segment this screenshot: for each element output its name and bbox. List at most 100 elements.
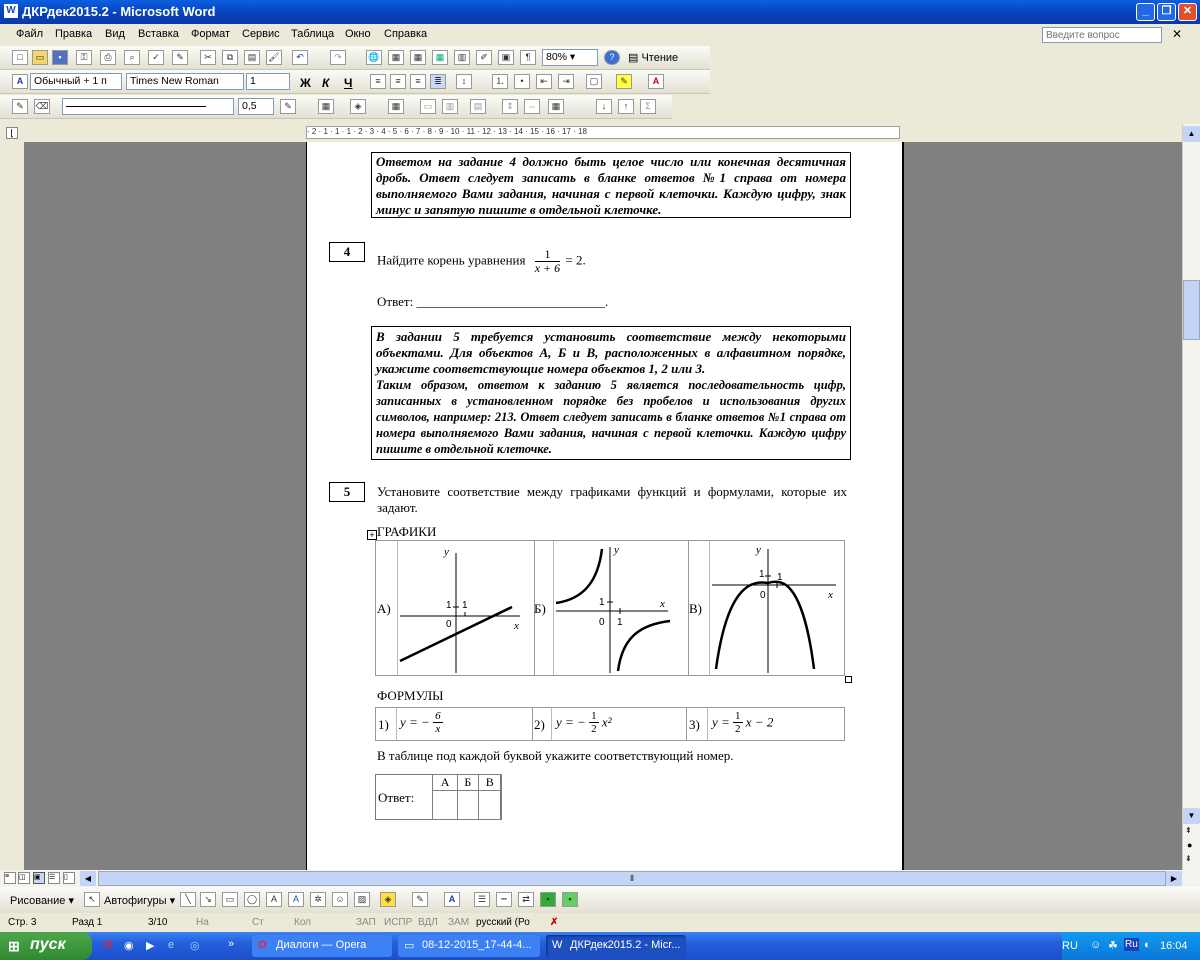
tab-selector-icon[interactable]: ⌊ xyxy=(6,127,18,139)
quicklaunch-icon-2[interactable]: ◉ xyxy=(124,939,134,952)
task-folder[interactable]: ▭ 08-12-2015_17-44-4... xyxy=(398,935,540,957)
cut-icon[interactable]: ✂ xyxy=(200,50,216,65)
highlight-icon[interactable]: ✎ xyxy=(616,74,632,89)
line-style-select[interactable] xyxy=(62,98,234,115)
hyperlink-icon[interactable]: 🌐 xyxy=(366,50,382,65)
help-search-input[interactable] xyxy=(1042,27,1162,43)
read-button[interactable]: ▤ Чтение xyxy=(628,51,678,64)
shading-color-icon[interactable]: ◈ xyxy=(350,99,366,114)
scroll-down-button[interactable]: ▼ xyxy=(1183,808,1200,824)
status-ovr[interactable]: ЗАМ xyxy=(448,917,469,928)
open-folder-icon[interactable]: ▭ xyxy=(32,50,48,65)
rectangle-tool-icon[interactable]: ▭ xyxy=(222,892,238,907)
shadow-icon[interactable]: ▪ xyxy=(540,892,556,907)
horizontal-scrollbar[interactable]: ≡ ◫ ▣ ☰ ▯ ◀ ⦀ ▶ xyxy=(0,870,1200,887)
copy-icon[interactable]: ⧉ xyxy=(222,50,238,65)
word-app-icon[interactable]: W xyxy=(4,4,18,18)
status-language[interactable]: русский (Ро xyxy=(476,917,530,928)
close-button[interactable]: ✕ xyxy=(1178,3,1197,21)
start-button[interactable]: ⊞ пуск xyxy=(0,932,92,960)
redo-icon[interactable]: ↷ xyxy=(330,50,346,65)
menu-window[interactable]: Окно xyxy=(345,28,371,40)
undo-icon[interactable]: ↶ xyxy=(292,50,308,65)
insert-table-menu-icon[interactable]: ▦ xyxy=(388,99,404,114)
horizontal-ruler[interactable]: ⌊ · 2 · 1 · 1 · 1 · 2 · 3 · 4 · 5 · 6 · … xyxy=(0,124,1200,142)
eraser-icon[interactable]: ⌫ xyxy=(34,99,50,114)
menu-insert[interactable]: Вставка xyxy=(138,28,179,40)
tray-keyboard-icon[interactable]: Ru xyxy=(1124,938,1139,951)
line-style-icon[interactable]: ☰ xyxy=(474,892,490,907)
answer-cell-c[interactable] xyxy=(477,790,503,820)
outside-border-icon[interactable]: ▦ xyxy=(318,99,334,114)
h-scroll-thumb[interactable]: ⦀ xyxy=(98,871,1166,886)
bold-button[interactable]: Ж xyxy=(300,76,311,90)
menu-table[interactable]: Таблица xyxy=(291,28,334,40)
prev-page-icon[interactable]: ⇞ xyxy=(1185,826,1192,835)
italic-button[interactable]: К xyxy=(322,76,329,90)
line-spacing-icon[interactable]: ↕ xyxy=(456,74,472,89)
table-resize-handle[interactable] xyxy=(845,676,852,683)
tray-app-icon[interactable]: ☺ xyxy=(1090,939,1101,951)
normal-view-icon[interactable]: ≡ xyxy=(4,872,16,884)
new-document-icon[interactable]: □ xyxy=(12,50,28,65)
tray-icon-2[interactable]: ☘ xyxy=(1108,939,1118,952)
document-page[interactable]: Ответом на задание 4 должно быть целое ч… xyxy=(306,142,904,870)
diagram-icon[interactable]: ✲ xyxy=(310,892,326,907)
border-color-icon[interactable]: ✎ xyxy=(280,99,296,114)
scroll-right-button[interactable]: ▶ xyxy=(1166,871,1182,886)
next-page-icon[interactable]: ⇟ xyxy=(1185,854,1192,863)
arrow-style-icon[interactable]: ⇄ xyxy=(518,892,534,907)
distribute-columns-icon[interactable]: ⇔ xyxy=(524,99,540,114)
drawing-icon[interactable]: ✐ xyxy=(476,50,492,65)
spelling-icon[interactable]: ✓ xyxy=(148,50,164,65)
answer-cell-b[interactable] xyxy=(457,790,479,820)
format-painter-icon[interactable]: 🖌 xyxy=(266,50,282,65)
help-icon[interactable]: ? xyxy=(604,50,620,65)
status-ext[interactable]: ВДЛ xyxy=(418,917,438,928)
tray-volume-icon[interactable]: ◐ xyxy=(1144,939,1151,951)
align-right-icon[interactable]: ≡ xyxy=(410,74,426,89)
task-opera[interactable]: O Диалоги — Opera xyxy=(252,935,392,957)
fill-color-icon[interactable]: ◈ xyxy=(380,892,396,907)
document-map-icon[interactable]: ▣ xyxy=(498,50,514,65)
decrease-indent-icon[interactable]: ⇤ xyxy=(536,74,552,89)
increase-indent-icon[interactable]: ⇥ xyxy=(558,74,574,89)
quicklaunch-more-icon[interactable]: » xyxy=(228,938,234,950)
autoformat-icon[interactable]: ▦ xyxy=(548,99,564,114)
insert-excel-icon[interactable]: ▦ xyxy=(432,50,448,65)
draw-menu[interactable]: Рисование ▾ xyxy=(10,894,74,907)
split-cells-icon[interactable]: ▥ xyxy=(442,99,458,114)
reading-view-icon[interactable]: ▯ xyxy=(63,872,75,884)
sort-desc-icon[interactable]: ↑ xyxy=(618,99,634,114)
style-select[interactable]: Обычный + 1 п xyxy=(30,73,122,90)
clipart-icon[interactable]: ☺ xyxy=(332,892,348,907)
minimize-button[interactable]: _ xyxy=(1136,3,1155,21)
web-view-icon[interactable]: ◫ xyxy=(18,872,30,884)
border-icon[interactable]: ▢ xyxy=(586,74,602,89)
task-word[interactable]: W ДКРдек2015.2 - Micr... xyxy=(546,935,686,957)
justify-icon[interactable]: ≣ xyxy=(430,74,446,89)
tables-borders-icon[interactable]: ▦ xyxy=(388,50,404,65)
line-weight-select[interactable]: 0,5 xyxy=(238,98,274,115)
numbering-icon[interactable]: ⒈ xyxy=(492,74,508,89)
sort-asc-icon[interactable]: ↓ xyxy=(596,99,612,114)
menu-file[interactable]: Файл xyxy=(16,28,43,40)
align-left-icon[interactable]: ≡ xyxy=(370,74,386,89)
paste-icon[interactable]: ▤ xyxy=(244,50,260,65)
3d-icon[interactable]: ▪ xyxy=(562,892,578,907)
zoom-select[interactable]: 80% ▾ xyxy=(542,49,598,66)
dash-style-icon[interactable]: ┅ xyxy=(496,892,512,907)
select-objects-icon[interactable]: ↖ xyxy=(84,892,100,907)
maximize-button[interactable]: ❐ xyxy=(1157,3,1176,21)
table-move-handle[interactable]: + xyxy=(367,530,377,540)
arrow-tool-icon[interactable]: ↘ xyxy=(200,892,216,907)
quicklaunch-opera-icon[interactable]: O xyxy=(104,939,113,951)
quicklaunch-ie-icon[interactable]: e xyxy=(168,939,174,951)
spelling-status-icon[interactable]: ✗ xyxy=(550,917,558,928)
research-icon[interactable]: ✎ xyxy=(172,50,188,65)
draw-font-color-icon[interactable]: A xyxy=(444,892,460,907)
autosum-icon[interactable]: Σ xyxy=(640,99,656,114)
vertical-scrollbar[interactable]: ▲ ▼ ⇞ ● ⇟ xyxy=(1182,124,1200,870)
insert-table-icon[interactable]: ▦ xyxy=(410,50,426,65)
align-cell-icon[interactable]: ▤ xyxy=(470,99,486,114)
